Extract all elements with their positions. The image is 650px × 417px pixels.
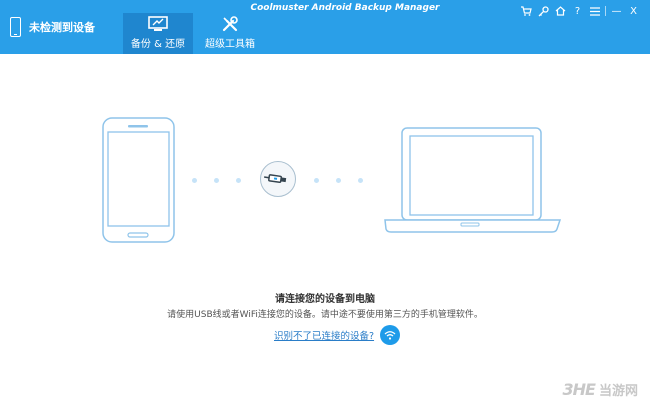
connection-dot <box>214 178 219 183</box>
connection-illustration <box>102 117 562 243</box>
wifi-icon <box>384 331 396 340</box>
phone-illustration <box>102 117 175 243</box>
connection-dot <box>358 178 363 183</box>
usb-cable-icon <box>260 161 296 197</box>
watermark-logo: 3HE <box>562 380 596 399</box>
connection-dot <box>236 178 241 183</box>
connection-dot <box>336 178 341 183</box>
connection-dot <box>192 178 197 183</box>
laptop-illustration <box>384 127 562 233</box>
device-not-recognized-link[interactable]: 识别不了已连接的设备? <box>274 328 374 342</box>
watermark: 3HE 当游网 <box>563 380 638 399</box>
connect-device-instructions: 请使用USB线或者WiFi连接您的设备。请中途不要使用第三方的手机管理软件。 <box>167 310 483 320</box>
connection-dot <box>314 178 319 183</box>
help-row: 识别不了已连接的设备? <box>274 325 401 345</box>
connect-device-title: 请连接您的设备到电脑 <box>275 294 375 305</box>
watermark-text: 当游网 <box>598 384 638 399</box>
wifi-connect-button[interactable] <box>380 325 401 345</box>
